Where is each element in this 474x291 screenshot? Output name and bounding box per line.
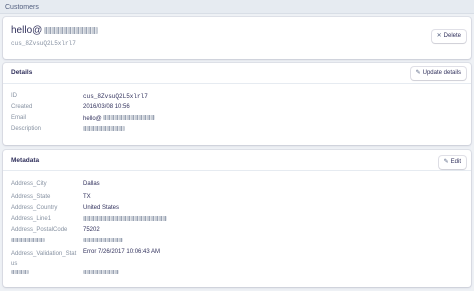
metadata-row-line1: Address_Line1 xyxy=(11,216,167,223)
detail-row-email: Email hello@ xyxy=(11,115,155,122)
metadata-card: Metadata ✎ Edit Address_City Dallas Addr… xyxy=(3,150,471,287)
redacted-email xyxy=(102,115,155,120)
detail-row-created: Created 2016/03/08 10:56 xyxy=(11,104,130,110)
redacted-value-2 xyxy=(83,270,119,274)
redacted-address-line1 xyxy=(83,216,167,221)
redacted-key-2 xyxy=(11,270,29,274)
details-title: Details xyxy=(11,69,33,76)
metadata-row-state: Address_State TX xyxy=(11,194,91,200)
redacted-key-1 xyxy=(11,238,45,242)
metadata-row-city: Address_City Dallas xyxy=(11,181,100,187)
close-icon: ✕ xyxy=(436,33,442,39)
details-card: Details ✎ Update details ID cus_8ZvsuQ2L… xyxy=(3,63,471,145)
delete-button[interactable]: ✕ Delete xyxy=(431,30,466,43)
customer-name: hello@ xyxy=(11,25,99,36)
redacted-description xyxy=(83,126,125,131)
metadata-row-redacted-2 xyxy=(11,270,119,276)
metadata-row-redacted-1 xyxy=(11,238,123,244)
metadata-header: Metadata ✎ Edit xyxy=(3,150,471,171)
metadata-row-postalcode: Address_PostalCode 75202 xyxy=(11,227,100,233)
customer-summary-card: hello@ cus_8ZvsuQ2L5xlrl7 ✕ Delete xyxy=(3,17,471,59)
pencil-icon: ✎ xyxy=(415,70,421,76)
customer-id: cus_8ZvsuQ2L5xlrl7 xyxy=(11,40,76,47)
metadata-row-country: Address_Country United States xyxy=(11,205,120,211)
update-details-button[interactable]: ✎ Update details xyxy=(410,67,466,80)
metadata-row-validation-status: Address_Validation_Stat us Error 7/26/20… xyxy=(11,249,161,267)
pencil-icon: ✎ xyxy=(443,159,449,165)
redacted-value-1 xyxy=(83,238,123,242)
edit-metadata-button[interactable]: ✎ Edit xyxy=(438,156,466,169)
redacted-email-domain xyxy=(44,27,99,34)
breadcrumb: Customers xyxy=(0,0,474,14)
detail-row-id: ID cus_8ZvsuQ2L5xlrl7 xyxy=(11,93,148,100)
detail-row-description: Description xyxy=(11,126,125,133)
breadcrumb-title[interactable]: Customers xyxy=(5,4,39,11)
metadata-title: Metadata xyxy=(11,157,40,164)
details-header: Details ✎ Update details xyxy=(3,63,471,84)
